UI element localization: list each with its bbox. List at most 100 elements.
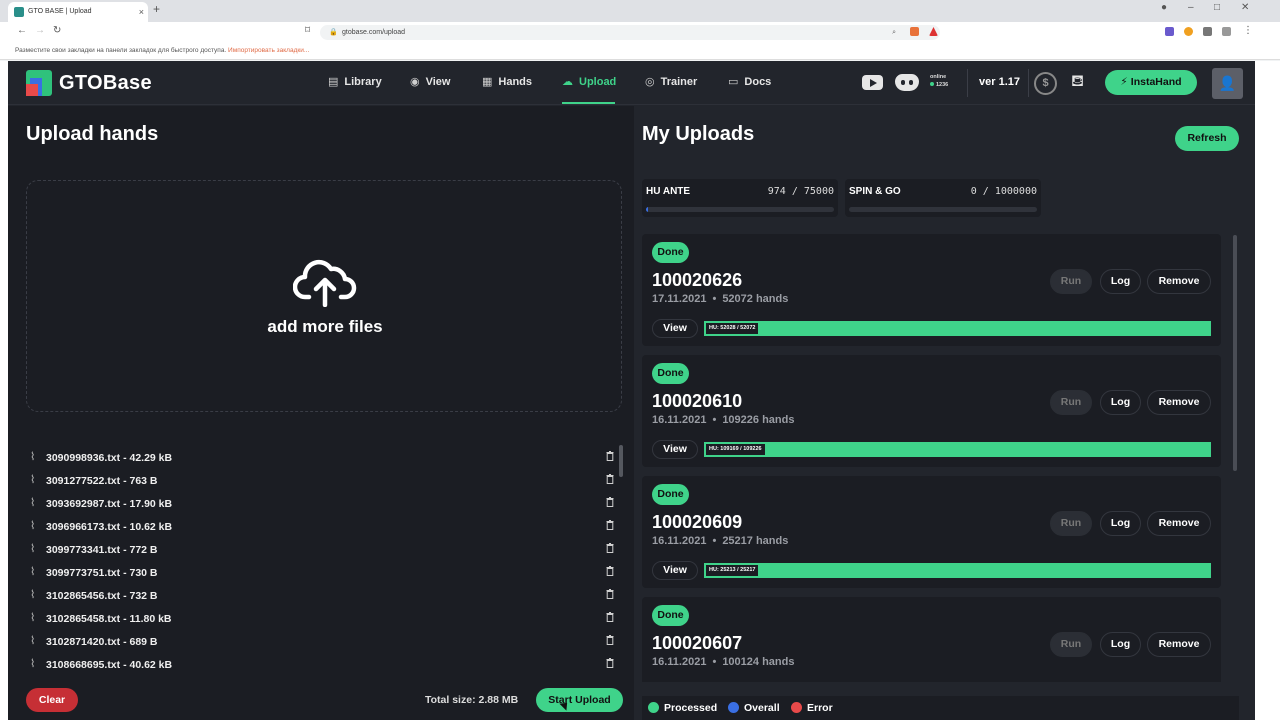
discord-icon[interactable]: [895, 74, 919, 91]
uploads-scrollbar[interactable]: [1233, 235, 1237, 471]
log-button[interactable]: Log: [1100, 269, 1141, 294]
coin-ext-icon[interactable]: [1184, 27, 1193, 36]
bullet-icon: •: [712, 293, 717, 305]
trash-icon[interactable]: [606, 566, 614, 576]
bookmark-icon[interactable]: ⌑: [305, 25, 310, 36]
upload-cloud-icon: ☁: [562, 76, 573, 88]
forward-icon[interactable]: →: [35, 25, 45, 36]
nav-trainer[interactable]: ◎ Trainer: [645, 75, 697, 88]
run-button[interactable]: Run: [1050, 390, 1092, 415]
trash-icon[interactable]: [606, 497, 614, 507]
progress-fill: [704, 563, 1211, 578]
menu-dots-icon[interactable]: ⋮: [1243, 25, 1253, 36]
paint-bucket-icon[interactable]: ⛾: [1071, 72, 1084, 92]
legend-error: Error: [791, 702, 833, 714]
file-dropzone[interactable]: add more files: [26, 180, 622, 412]
browser-tab[interactable]: GTO BASE | Upload ×: [8, 2, 148, 22]
file-name: 3102865458.txt - 11.80 kB: [46, 613, 172, 625]
paperclip-icon: ⌇: [30, 589, 36, 601]
legend-label: Error: [807, 702, 833, 714]
upload-panel: Upload hands add more files ⌇ 3090998936.…: [8, 106, 634, 720]
trash-icon[interactable]: [606, 612, 614, 622]
upload-meta: 16.11.2021 • 25217 hands: [652, 535, 788, 547]
file-list-scrollbar[interactable]: [619, 445, 623, 477]
view-button[interactable]: View: [652, 319, 698, 338]
remove-button[interactable]: Remove: [1147, 390, 1211, 415]
lightning-icon: ⚡: [1120, 76, 1128, 88]
status-badge: Done: [652, 484, 689, 505]
refresh-button[interactable]: Refresh: [1175, 126, 1239, 151]
run-button[interactable]: Run: [1050, 511, 1092, 536]
trash-icon[interactable]: [606, 635, 614, 645]
new-tab-icon[interactable]: +: [153, 2, 160, 16]
coin-icon[interactable]: $: [1034, 72, 1057, 95]
hand-count: 25217 hands: [722, 535, 789, 547]
brave-icon[interactable]: [910, 27, 919, 36]
puzzle-icon[interactable]: [1203, 27, 1212, 36]
remove-button[interactable]: Remove: [1147, 269, 1211, 294]
file-row: ⌇ 3102871420.txt - 689 B: [26, 631, 624, 654]
user-avatar-icon[interactable]: 👤: [1212, 68, 1243, 99]
upload-id: 100020610: [652, 391, 743, 411]
log-button[interactable]: Log: [1100, 632, 1141, 657]
trash-icon[interactable]: [606, 589, 614, 599]
logo-icon[interactable]: [26, 70, 52, 96]
log-button[interactable]: Log: [1100, 390, 1141, 415]
quota-name: SPIN & GO: [849, 186, 901, 197]
remove-button[interactable]: Remove: [1147, 632, 1211, 657]
status-badge: Done: [652, 363, 689, 384]
nav-view[interactable]: ◉ View: [410, 75, 450, 88]
youtube-icon[interactable]: [862, 75, 883, 90]
trash-icon[interactable]: [606, 543, 614, 553]
nav-label: Docs: [744, 76, 772, 88]
profile-icon[interactable]: ●: [1161, 2, 1167, 13]
wallet-icon[interactable]: [1222, 27, 1231, 36]
maximize-icon[interactable]: □: [1214, 2, 1220, 13]
nav-hands[interactable]: ▦ Hands: [482, 75, 532, 88]
nav-library[interactable]: ▤ Library: [328, 75, 382, 88]
remove-button[interactable]: Remove: [1147, 511, 1211, 536]
divider: [1028, 69, 1029, 97]
trash-icon[interactable]: [606, 451, 614, 461]
book-icon: ▭: [728, 76, 739, 88]
zoom-icon[interactable]: ⌕: [892, 25, 896, 40]
eye-icon: ◉: [410, 76, 420, 88]
instahand-button[interactable]: ⚡ InstaHand: [1105, 70, 1197, 95]
trash-icon[interactable]: [606, 520, 614, 530]
progress-bar: HU: 109169 / 109226: [704, 442, 1211, 457]
nav-docs[interactable]: ▭ Docs: [728, 75, 771, 88]
start-upload-button[interactable]: Start Upload: [536, 688, 623, 712]
view-button[interactable]: View: [652, 440, 698, 459]
minimize-icon[interactable]: –: [1188, 2, 1194, 13]
paperclip-icon: ⌇: [30, 566, 36, 578]
reload-icon[interactable]: ↻: [53, 25, 61, 36]
status-badge: Done: [652, 242, 689, 263]
clear-button[interactable]: Clear: [26, 688, 78, 712]
run-button[interactable]: Run: [1050, 632, 1092, 657]
target-icon: ◎: [645, 76, 655, 88]
file-name: 3096966173.txt - 10.62 kB: [46, 521, 173, 533]
online-counter: online 1236: [930, 73, 948, 89]
bullet-icon: •: [712, 414, 717, 426]
version-label: ver 1.17: [979, 76, 1020, 88]
close-tab-icon[interactable]: ×: [139, 2, 144, 22]
progress-label: HU: 52028 / 52072: [706, 323, 759, 334]
log-button[interactable]: Log: [1100, 511, 1141, 536]
import-bookmarks-link[interactable]: Импортировать закладки...: [228, 47, 309, 54]
paperclip-icon: ⌇: [30, 612, 36, 624]
brand-name[interactable]: GTOBase: [59, 72, 152, 95]
run-button[interactable]: Run: [1050, 269, 1092, 294]
ext-icon[interactable]: [1165, 27, 1174, 36]
trash-icon[interactable]: [606, 474, 614, 484]
upload-id: 100020626: [652, 270, 743, 290]
window-close-icon[interactable]: ✕: [1241, 2, 1249, 13]
nav-upload[interactable]: ☁ Upload: [562, 75, 616, 88]
online-label: online: [930, 74, 947, 80]
address-bar[interactable]: 🔒 gtobase.com/upload ⌕: [320, 25, 940, 40]
online-count: 1236: [936, 82, 949, 88]
upload-date: 16.11.2021: [652, 535, 707, 547]
view-button[interactable]: View: [652, 561, 698, 580]
file-name: 3093692987.txt - 17.90 kB: [46, 498, 173, 510]
back-icon[interactable]: ←: [17, 25, 27, 36]
trash-icon[interactable]: [606, 658, 614, 668]
